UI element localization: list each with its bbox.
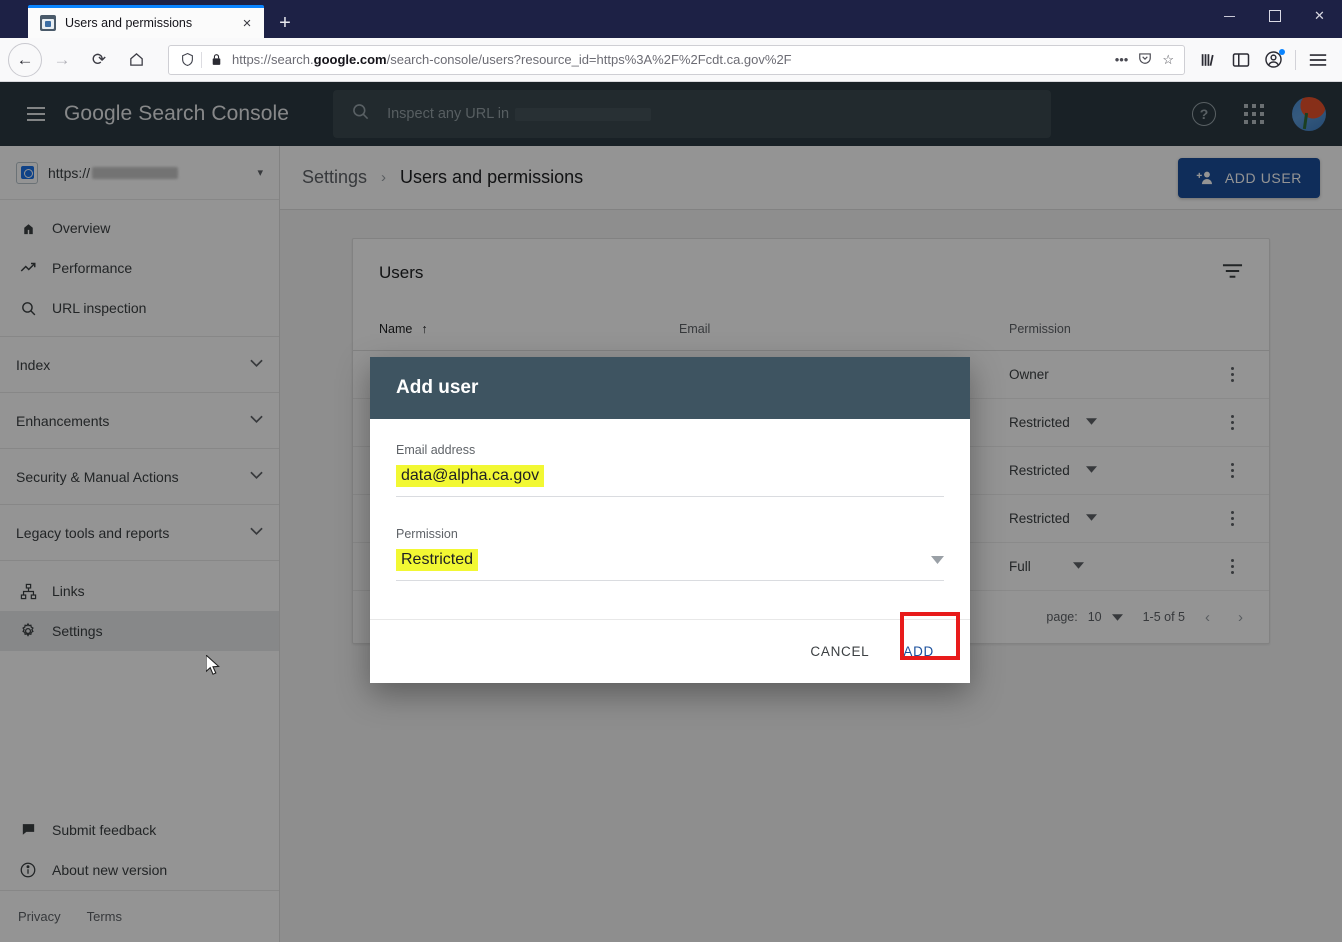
maximize-button[interactable]: [1252, 0, 1297, 32]
tracking-shield-icon[interactable]: [177, 52, 197, 67]
sidebar-icon[interactable]: [1225, 44, 1257, 76]
mouse-cursor: [205, 653, 221, 682]
add-button-highlight-annotation: [900, 612, 960, 660]
minimize-button[interactable]: [1207, 0, 1252, 32]
browser-tab[interactable]: Users and permissions ×: [28, 5, 264, 38]
permission-field-label: Permission: [396, 527, 458, 541]
page-actions-icon[interactable]: •••: [1115, 52, 1129, 67]
address-bar[interactable]: https://search.google.com/search-console…: [168, 44, 1185, 75]
email-field-group: Email address data@alpha.ca.gov: [396, 443, 944, 497]
urlbar-divider: [201, 51, 202, 68]
window-controls: ✕: [1207, 0, 1342, 32]
library-icon[interactable]: [1193, 44, 1225, 76]
home-button[interactable]: [119, 43, 153, 77]
permission-select-value: Restricted: [396, 549, 479, 571]
chevron-down-icon[interactable]: [931, 553, 944, 567]
email-field-label: Email address: [396, 443, 476, 457]
tab-title: Users and permissions: [65, 16, 193, 30]
dialog-actions: CANCEL ADD: [370, 619, 970, 683]
email-field[interactable]: data@alpha.ca.gov: [396, 465, 944, 497]
forward-button[interactable]: →: [45, 43, 79, 77]
browser-toolbar-right: [1193, 44, 1334, 76]
lock-icon[interactable]: [206, 53, 226, 66]
permission-field-group: Permission Restricted: [396, 527, 944, 581]
email-field-value: data@alpha.ca.gov: [396, 465, 545, 487]
close-tab-icon[interactable]: ×: [238, 14, 256, 32]
url-text: https://search.google.com/search-console…: [232, 52, 792, 67]
app-menu-icon[interactable]: [1302, 44, 1334, 76]
account-icon[interactable]: [1257, 44, 1289, 76]
bookmark-star-icon[interactable]: ☆: [1162, 52, 1174, 68]
reload-button[interactable]: ⟳: [82, 43, 116, 77]
browser-window: Users and permissions × + ✕ ← → ⟳ https:…: [0, 0, 1342, 942]
toolbar-divider: [1295, 49, 1296, 70]
tab-strip: Users and permissions × +: [0, 0, 302, 38]
dialog-header: Add user: [370, 357, 970, 419]
dialog-title: Add user: [396, 377, 479, 398]
new-tab-button[interactable]: +: [268, 8, 302, 38]
browser-titlebar: Users and permissions × + ✕: [0, 0, 1342, 38]
back-button[interactable]: ←: [8, 42, 42, 77]
add-user-dialog: Add user Email address data@alpha.ca.gov…: [370, 357, 970, 683]
pocket-icon[interactable]: [1138, 51, 1152, 68]
urlbar-trailing-icons: ••• ☆: [1115, 51, 1176, 68]
tab-favicon-icon: [40, 15, 56, 31]
browser-navigation-bar: ← → ⟳ https://search.google.com/search-c…: [0, 38, 1342, 82]
cancel-button[interactable]: CANCEL: [796, 635, 883, 668]
close-window-button[interactable]: ✕: [1297, 0, 1342, 32]
dialog-body: Email address data@alpha.ca.gov Permissi…: [370, 419, 970, 619]
permission-select[interactable]: Restricted: [396, 549, 944, 581]
